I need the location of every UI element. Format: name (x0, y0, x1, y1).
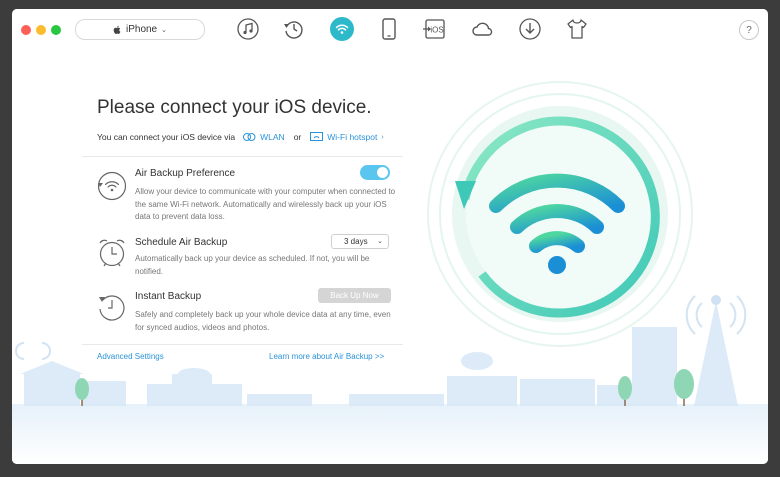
back-up-now-label: Back Up Now (330, 291, 379, 300)
maximize-window-button[interactable] (51, 25, 61, 35)
back-up-now-button[interactable]: Back Up Now (318, 288, 391, 303)
hotspot-link[interactable]: Wi-Fi hotspot (327, 132, 377, 142)
apple-icon (113, 25, 121, 34)
cloud-icon[interactable] (471, 17, 495, 41)
air-backup-title: Air Backup Preference (135, 168, 236, 179)
instant-backup-title: Instant Backup (135, 291, 202, 302)
wifi-icon[interactable] (330, 17, 354, 41)
instant-backup-desc: Safely and completely back up your whole… (135, 310, 391, 332)
wlan-link[interactable]: WLAN (260, 132, 285, 142)
divider (82, 156, 403, 157)
air-backup-desc: Allow your device to communicate with yo… (135, 187, 396, 221)
learn-more-link[interactable]: Learn more about Air Backup >> (269, 352, 384, 361)
wlan-icon (243, 133, 256, 141)
air-backup-icon (97, 171, 127, 201)
air-backup-toggle[interactable] (360, 165, 390, 180)
instant-backup-icon (99, 295, 125, 321)
schedule-title: Schedule Air Backup (135, 237, 228, 248)
download-icon[interactable] (518, 17, 542, 41)
advanced-settings-link[interactable]: Advanced Settings (97, 352, 164, 361)
help-button[interactable]: ? (739, 20, 759, 40)
help-label: ? (746, 24, 752, 36)
schedule-interval-value: 3 days (344, 237, 368, 246)
subtitle-prefix: You can connect your iOS device via (97, 132, 236, 142)
ios-label: iOS (430, 26, 443, 35)
minimize-window-button[interactable] (36, 25, 46, 35)
chevron-right-icon: › (381, 133, 384, 141)
tshirt-icon[interactable] (565, 17, 589, 41)
app-window: iPhone ⌄ iOS ? Please connect your iOS d… (12, 9, 768, 464)
divider (82, 344, 403, 345)
chevron-down-icon: ⌄ (161, 26, 167, 34)
connect-subtitle: You can connect your iOS device via WLAN… (97, 132, 384, 142)
chevron-down-icon: ⌄ (377, 238, 383, 245)
device-name: iPhone (125, 24, 158, 35)
alarm-clock-icon (99, 239, 125, 267)
history-icon[interactable] (282, 17, 306, 41)
music-icon[interactable] (236, 17, 260, 41)
device-selector[interactable]: iPhone ⌄ (75, 19, 205, 40)
hotspot-icon (310, 132, 324, 141)
phone-icon[interactable] (377, 17, 401, 41)
schedule-desc: Automatically back up your device as sch… (135, 254, 370, 276)
page-title: Please connect your iOS device. (97, 97, 372, 118)
close-window-button[interactable] (21, 25, 31, 35)
title-bar: iPhone ⌄ iOS ? (12, 9, 768, 53)
or-label: or (293, 132, 302, 142)
ios-icon[interactable]: iOS (423, 17, 447, 41)
schedule-interval-select[interactable]: 3 days ⌄ (331, 234, 389, 249)
